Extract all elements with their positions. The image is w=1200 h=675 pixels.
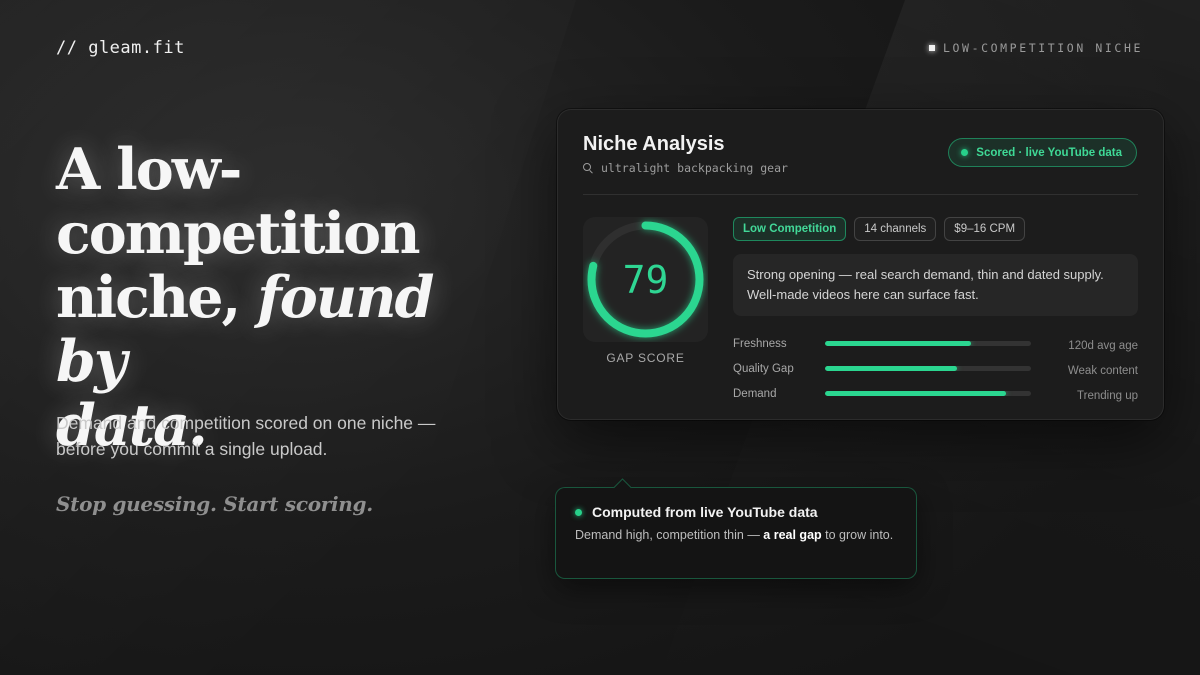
status-badge: Scored · live YouTube data (948, 138, 1137, 167)
metric-row-freshness: Freshness 120d avg age (733, 331, 1138, 356)
pill-cpm[interactable]: $9–16 CPM (944, 217, 1026, 241)
niche-tag: LOW-COMPETITION NICHE (929, 41, 1143, 55)
metric-bar-fill (825, 391, 1007, 396)
headline-line-1: A low- (56, 136, 242, 203)
metric-bar-track (825, 366, 1031, 371)
niche-pills: Low Competition 14 channels $9–16 CPM (733, 217, 1026, 241)
divider (583, 194, 1138, 195)
live-dot-icon (961, 149, 969, 156)
metrics-list: Freshness 120d avg age Quality Gap Weak … (733, 331, 1138, 406)
metric-label: Quality Gap (733, 362, 794, 375)
gap-score-gauge: 79 (583, 217, 708, 342)
metric-row-demand: Demand Trending up (733, 381, 1138, 406)
brand-logo[interactable]: // gleam.fit (56, 38, 185, 58)
metric-note: Trending up (1077, 389, 1138, 402)
callout-body-end: to grow into. (821, 528, 894, 542)
square-bullet-icon (929, 45, 935, 51)
metric-note: Weak content (1067, 364, 1138, 377)
card-title: Niche Analysis (583, 133, 725, 155)
callout-body-text: Demand high, competition thin — (575, 528, 764, 542)
hero-subtext: Demand and competition scored on one nic… (56, 413, 436, 459)
niche-tag-label: LOW-COMPETITION NICHE (943, 41, 1143, 55)
metric-bar-fill (825, 341, 972, 346)
gap-score-value: 79 (622, 257, 669, 302)
pill-competition[interactable]: Low Competition (733, 217, 847, 241)
live-dot-icon (575, 508, 582, 516)
pill-channels[interactable]: 14 channels (854, 217, 937, 241)
callout-body: Demand high, competition thin — a real g… (575, 526, 905, 545)
metric-label: Demand (733, 387, 777, 400)
metric-bar-track (825, 341, 1031, 346)
metric-bar-track (825, 391, 1031, 396)
headline-line-2: competition (56, 200, 421, 267)
callout-heading: Computed from live YouTube data (575, 504, 818, 520)
metric-note: 120d avg age (1068, 339, 1138, 352)
metric-bar-fill (825, 366, 957, 371)
callout-title: Computed from live YouTube data (592, 504, 818, 520)
niche-summary: Strong opening — real search demand, thi… (733, 254, 1138, 316)
search-query-text: ultralight backpacking gear (601, 161, 788, 175)
hero-tagline: Stop guessing. Start scoring. (56, 492, 373, 516)
callout-body-bold: a real gap (763, 528, 822, 542)
gap-score-label: GAP SCORE (606, 351, 685, 365)
metric-label: Freshness (733, 337, 787, 350)
live-data-callout: Computed from live YouTube data Demand h… (555, 487, 917, 579)
niche-analysis-card: Niche Analysis ultralight backpacking ge… (557, 109, 1164, 420)
status-badge-label: Scored · live YouTube data (976, 146, 1122, 159)
search-icon (583, 163, 593, 173)
search-query: ultralight backpacking gear (583, 161, 788, 175)
metric-row-quality-gap: Quality Gap Weak content (733, 356, 1138, 381)
headline-line-3a: niche, (56, 264, 258, 331)
